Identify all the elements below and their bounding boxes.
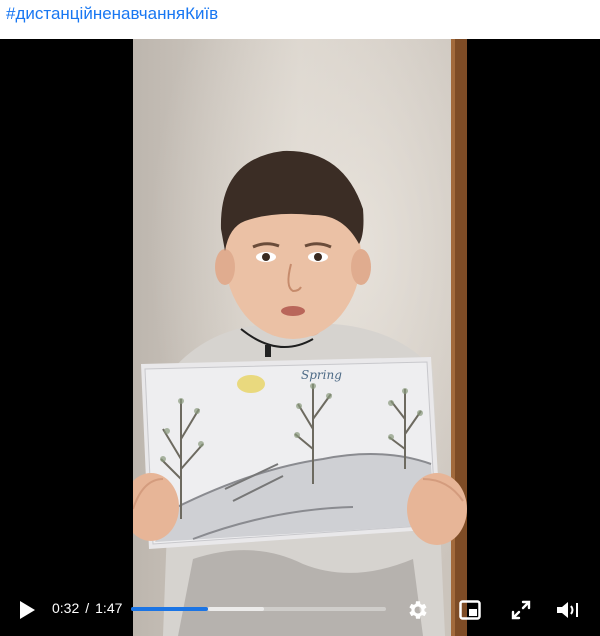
player-controls: 0:32 / 1:47 <box>0 586 600 636</box>
volume-button[interactable] <box>552 596 584 624</box>
fullscreen-button[interactable] <box>507 596 535 624</box>
hashtag-link[interactable]: #дистанційненавчанняКиїв <box>6 4 218 24</box>
video-frame[interactable]: Spring <box>133 39 467 636</box>
drawing-label: Spring <box>301 368 342 382</box>
buffered-bar <box>207 607 264 611</box>
fullscreen-icon <box>511 600 531 620</box>
picture-in-picture-icon <box>459 600 481 620</box>
progress-fill <box>131 607 208 611</box>
time-display: 0:32 / 1:47 <box>52 600 122 616</box>
volume-icon <box>557 602 578 618</box>
video-player[interactable]: Spring 0:32 / 1:47 <box>0 39 600 636</box>
gear-icon <box>409 601 427 619</box>
video-still: Spring <box>133 39 467 636</box>
time-separator: / <box>85 600 90 616</box>
current-time: 0:32 <box>52 600 80 616</box>
duration: 1:47 <box>95 600 123 616</box>
play-icon <box>20 601 35 619</box>
progress-bar[interactable] <box>131 607 386 611</box>
settings-button[interactable] <box>404 596 432 624</box>
play-button[interactable] <box>14 597 40 623</box>
picture-in-picture-button[interactable] <box>456 596 484 624</box>
